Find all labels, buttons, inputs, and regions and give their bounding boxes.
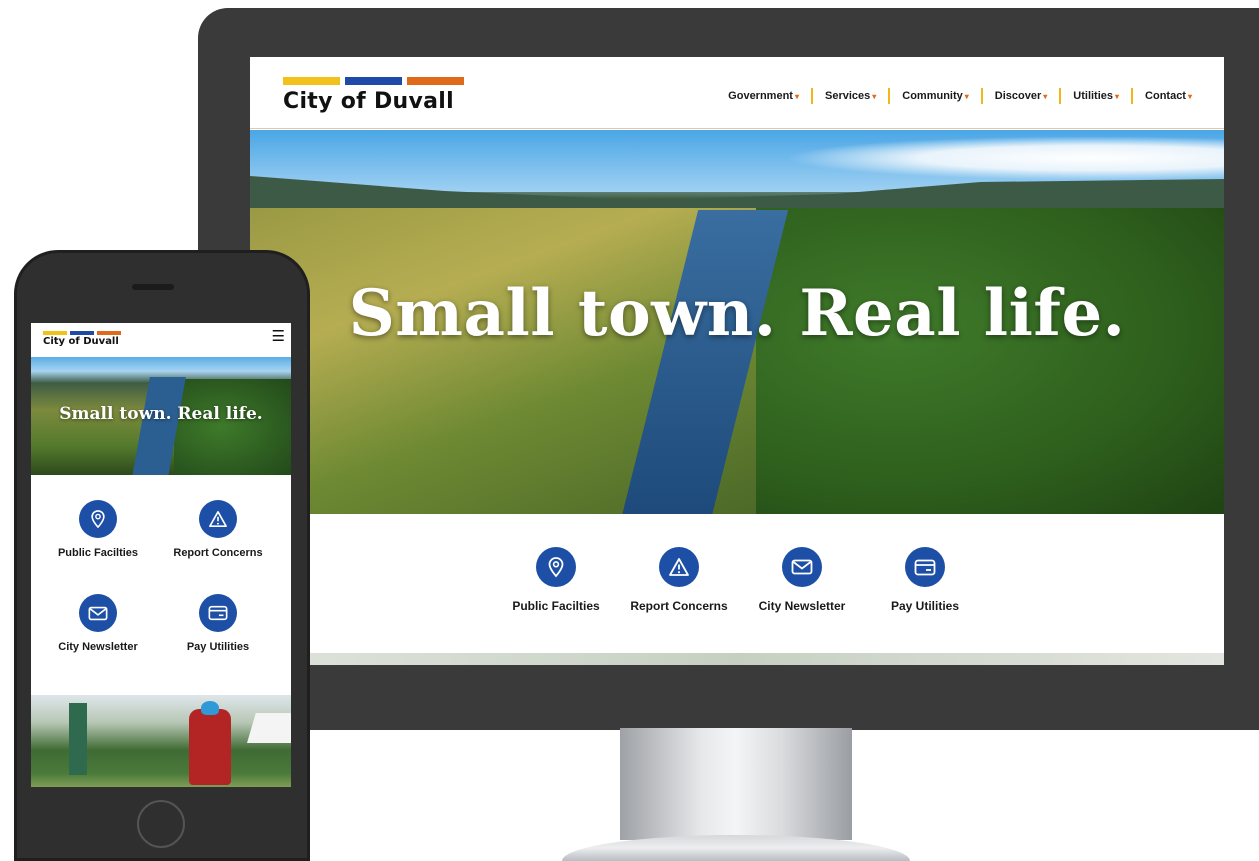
chevron-down-icon: ▾ bbox=[872, 92, 877, 101]
nav-item-government[interactable]: Government ▾ bbox=[716, 88, 813, 104]
hero-trees bbox=[756, 208, 1224, 514]
monitor-stand bbox=[620, 728, 852, 840]
hero-title: Small town. Real life. bbox=[59, 404, 263, 424]
quick-link-pay-utilities[interactable]: Pay Utilities bbox=[158, 594, 278, 653]
quick-link-label: Pay Utilities bbox=[186, 641, 250, 653]
logo-bar-yellow bbox=[43, 331, 67, 335]
logo-bar-yellow bbox=[283, 77, 340, 85]
credit-card-icon bbox=[199, 594, 237, 632]
quick-link-label: Pay Utilities bbox=[890, 599, 960, 613]
quick-links: Public Facilties Report Concerns City Ne… bbox=[250, 514, 1224, 654]
hero-banner: Small town. Real life. bbox=[250, 130, 1224, 514]
site-logo-bars bbox=[43, 331, 121, 335]
hero-title: Small town. Real life. bbox=[348, 276, 1126, 351]
community-photo bbox=[31, 695, 291, 787]
hero-clouds bbox=[784, 136, 1224, 180]
site-logo-bars bbox=[283, 77, 464, 85]
quick-link-label: Public Facilties bbox=[512, 599, 600, 613]
quick-link-pay-utilities[interactable]: Pay Utilities bbox=[860, 547, 990, 613]
nav-item-community[interactable]: Community ▾ bbox=[890, 88, 983, 104]
mobile-screen: City of Duvall ☰ Small town. Real life. … bbox=[31, 323, 291, 787]
mobile-quick-links: Public Facilties Report Concerns City Ne… bbox=[31, 475, 291, 695]
nav-item-contact[interactable]: Contact ▾ bbox=[1133, 88, 1192, 104]
photo-tent bbox=[247, 713, 291, 743]
nav-item-label: Discover bbox=[994, 90, 1042, 102]
map-pin-icon bbox=[536, 547, 576, 587]
phone-speaker bbox=[132, 284, 174, 290]
quick-link-label: Public Facilties bbox=[57, 547, 139, 559]
monitor-stand-base bbox=[562, 835, 910, 861]
logo-bar-blue bbox=[70, 331, 94, 335]
envelope-icon bbox=[79, 594, 117, 632]
site-logo[interactable]: City of Duvall bbox=[43, 336, 119, 347]
nav-item-label: Government bbox=[728, 90, 793, 102]
mobile-header: City of Duvall ☰ bbox=[31, 323, 291, 357]
quick-link-public-facilities[interactable]: Public Facilties bbox=[38, 500, 158, 559]
site-logo[interactable]: City of Duvall bbox=[283, 89, 454, 114]
logo-bar-orange bbox=[97, 331, 121, 335]
quick-link-label: City Newsletter bbox=[758, 599, 846, 613]
quick-link-label: Report Concerns bbox=[173, 547, 263, 559]
nav-item-utilities[interactable]: Utilities ▾ bbox=[1061, 88, 1134, 104]
photo-climbing-tower bbox=[69, 703, 87, 775]
nav-item-label: Utilities bbox=[1073, 90, 1114, 102]
envelope-icon bbox=[782, 547, 822, 587]
warning-icon bbox=[199, 500, 237, 538]
chevron-down-icon: ▾ bbox=[1187, 92, 1192, 101]
map-pin-icon bbox=[79, 500, 117, 538]
nav-item-label: Contact bbox=[1145, 90, 1186, 102]
chevron-down-icon: ▾ bbox=[1043, 92, 1048, 101]
nav-item-label: Community bbox=[902, 90, 963, 102]
desktop-header: City of Duvall Government ▾ Services ▾ Com… bbox=[250, 57, 1224, 129]
phone-home-button bbox=[137, 800, 185, 848]
quick-link-report-concerns[interactable]: Report Concerns bbox=[614, 547, 744, 613]
quick-link-report-concerns[interactable]: Report Concerns bbox=[158, 500, 278, 559]
photo-climber bbox=[189, 709, 231, 785]
main-nav: Government ▾ Services ▾ Community ▾ Discove… bbox=[716, 88, 1192, 104]
quick-link-public-facilities[interactable]: Public Facilties bbox=[491, 547, 621, 613]
desktop-screen: City of Duvall Government ▾ Services ▾ Com… bbox=[250, 57, 1224, 665]
hamburger-menu-icon[interactable]: ☰ bbox=[272, 329, 285, 344]
logo-bar-orange bbox=[407, 77, 464, 85]
quick-link-city-newsletter[interactable]: City Newsletter bbox=[737, 547, 867, 613]
warning-icon bbox=[659, 547, 699, 587]
photo-helmet bbox=[201, 701, 219, 715]
logo-bar-blue bbox=[345, 77, 402, 85]
nav-item-discover[interactable]: Discover ▾ bbox=[983, 88, 1062, 104]
nav-item-services[interactable]: Services ▾ bbox=[813, 88, 891, 104]
quick-link-city-newsletter[interactable]: City Newsletter bbox=[38, 594, 158, 653]
chevron-down-icon: ▾ bbox=[964, 92, 969, 101]
mobile-hero-banner: Small town. Real life. bbox=[31, 357, 291, 475]
chevron-down-icon: ▾ bbox=[1115, 92, 1120, 101]
nav-item-label: Services bbox=[824, 90, 871, 102]
credit-card-icon bbox=[905, 547, 945, 587]
chevron-down-icon: ▾ bbox=[794, 92, 799, 101]
next-section-preview bbox=[250, 653, 1224, 665]
quick-link-label: Report Concerns bbox=[630, 599, 728, 613]
hero-trees bbox=[174, 379, 291, 475]
quick-link-label: City Newsletter bbox=[58, 641, 138, 653]
